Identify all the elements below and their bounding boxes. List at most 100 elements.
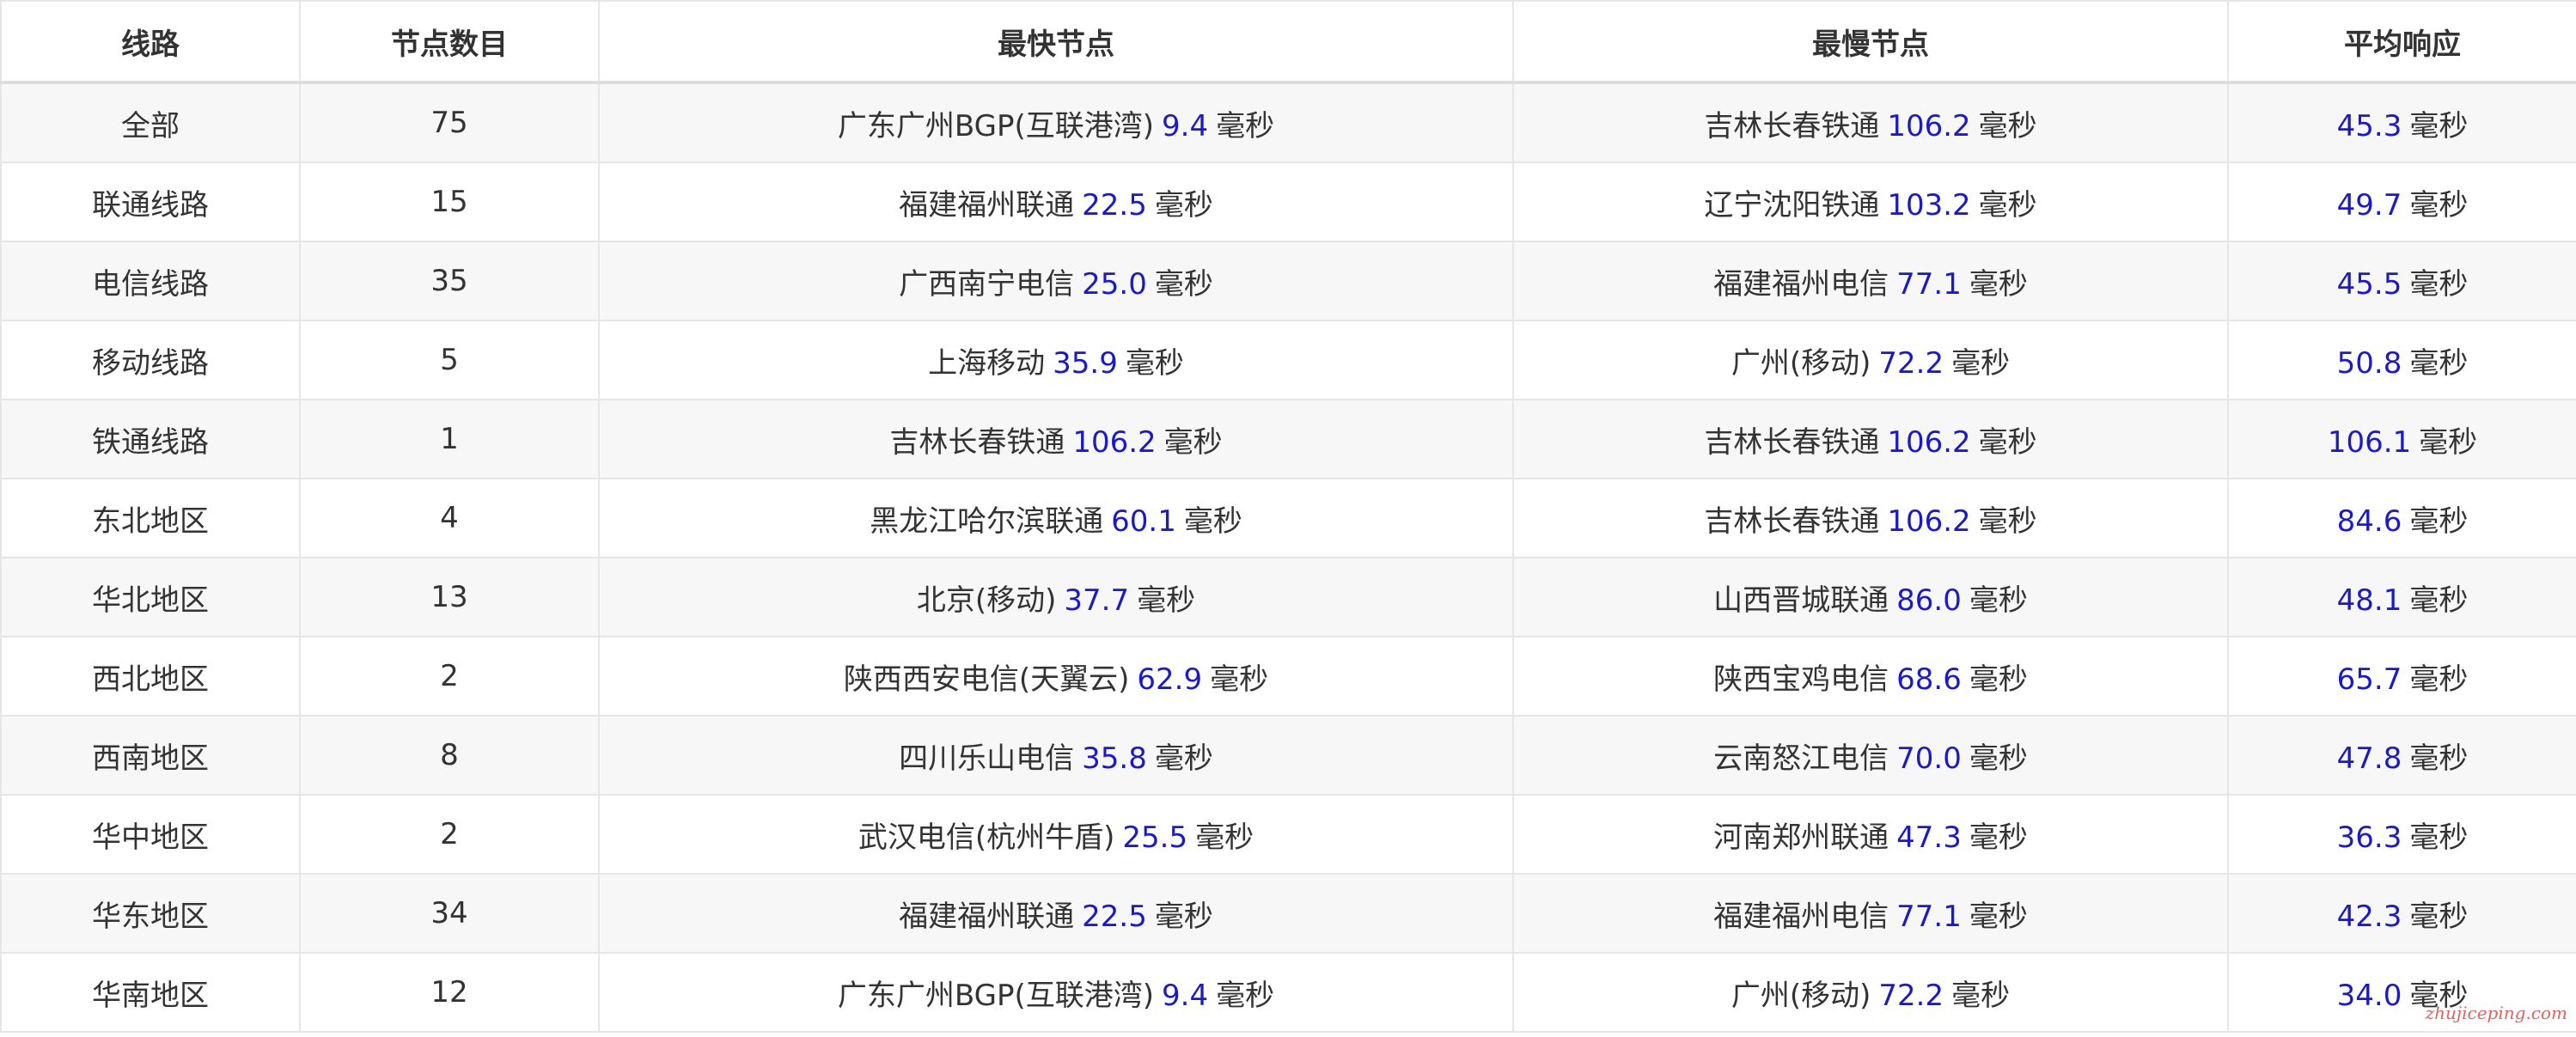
line-cell: 华东地区 <box>0 873 301 954</box>
latency-unit: 毫秒 <box>1154 187 1213 223</box>
average-response-cell: 48.1 毫秒 <box>2227 557 2576 637</box>
line-cell: 华北地区 <box>0 557 301 637</box>
average-response-cell: 45.3 毫秒 <box>2227 82 2576 163</box>
slowest-node-cell: 广州(移动) 72.2 毫秒 <box>1512 952 2229 1033</box>
average-response-cell: 42.3 毫秒 <box>2227 873 2576 954</box>
latency-unit: 毫秒 <box>1969 820 2028 855</box>
average-response-cell: 65.7 毫秒 <box>2227 636 2576 717</box>
table-body: 全部 75 广东广州BGP(互联港湾) 9.4 毫秒 吉林长春铁通 106.2 毫秒 45.3 毫… <box>0 82 2576 1033</box>
latency-value: 106.2 <box>1887 503 1971 539</box>
latency-unit: 毫秒 <box>1125 345 1184 381</box>
node-count-cell: 13 <box>299 557 600 637</box>
header-node-count: 节点数目 <box>299 0 600 84</box>
latency-value: 68.6 <box>1896 662 1962 697</box>
table-row: 华东地区 34 福建福州联通 22.5 毫秒 福建福州电信 77.1 毫秒 42.3 毫秒 <box>0 873 2576 954</box>
slowest-node-cell: 陕西宝鸡电信 68.6 毫秒 <box>1512 636 2229 717</box>
latency-value: 106.2 <box>1072 424 1157 460</box>
latency-value: 72.2 <box>1878 978 1944 1013</box>
node-count-cell: 12 <box>299 952 600 1033</box>
header-fastest-node: 最快节点 <box>598 0 1514 84</box>
node-count-cell: 75 <box>299 82 600 163</box>
node-name: 辽宁沈阳铁通 <box>1704 187 1880 223</box>
latency-unit: 毫秒 <box>1951 345 2011 381</box>
table-row: 电信线路 35 广西南宁电信 25.0 毫秒 福建福州电信 77.1 毫秒 45.5 毫秒 <box>0 241 2576 321</box>
table-row: 全部 75 广东广州BGP(互联港湾) 9.4 毫秒 吉林长春铁通 106.2 毫秒 45.3 毫… <box>0 82 2576 163</box>
header-average-response: 平均响应 <box>2227 0 2576 84</box>
latency-value: 70.0 <box>1896 741 1962 776</box>
latency-unit: 毫秒 <box>2409 741 2469 776</box>
node-name: 福建福州电信 <box>1713 899 1889 934</box>
header-slowest-node: 最慢节点 <box>1512 0 2229 84</box>
node-name: 上海移动 <box>928 345 1046 381</box>
node-name: 广东广州BGP(互联港湾) <box>837 978 1155 1013</box>
latency-value: 45.5 <box>2336 266 2402 302</box>
node-name: 陕西西安电信(天翼云) <box>843 662 1130 697</box>
table-row: 华中地区 2 武汉电信(杭州牛盾) 25.5 毫秒 河南郑州联通 47.3 毫秒 36.3 毫秒 <box>0 794 2576 875</box>
slowest-node-cell: 吉林长春铁通 106.2 毫秒 <box>1512 82 2229 163</box>
latency-value: 9.4 <box>1162 978 1209 1013</box>
latency-unit: 毫秒 <box>2409 187 2469 223</box>
slowest-node-cell: 辽宁沈阳铁通 103.2 毫秒 <box>1512 162 2229 242</box>
header-line: 线路 <box>0 0 301 84</box>
node-name: 黑龙江哈尔滨联通 <box>870 503 1104 539</box>
average-response-cell: 106.1 毫秒 <box>2227 399 2576 479</box>
latency-unit: 毫秒 <box>1210 662 1269 697</box>
latency-value: 77.1 <box>1896 899 1962 934</box>
latency-unit: 毫秒 <box>2409 345 2469 381</box>
average-response-cell: 45.5 毫秒 <box>2227 241 2576 321</box>
latency-value: 22.5 <box>1082 899 1147 934</box>
line-cell: 西南地区 <box>0 715 301 796</box>
latency-unit: 毫秒 <box>1969 741 2028 776</box>
latency-value: 45.3 <box>2336 108 2402 143</box>
node-count-cell: 8 <box>299 715 600 796</box>
slowest-node-cell: 河南郑州联通 47.3 毫秒 <box>1512 794 2229 875</box>
fastest-node-cell: 黑龙江哈尔滨联通 60.1 毫秒 <box>598 478 1514 558</box>
latency-value: 106.1 <box>2327 424 2412 460</box>
node-count-cell: 4 <box>299 478 600 558</box>
table-row: 联通线路 15 福建福州联通 22.5 毫秒 辽宁沈阳铁通 103.2 毫秒 49.7 毫秒 <box>0 162 2576 242</box>
slowest-node-cell: 广州(移动) 72.2 毫秒 <box>1512 320 2229 400</box>
fastest-node-cell: 福建福州联通 22.5 毫秒 <box>598 162 1514 242</box>
latency-value: 84.6 <box>2336 503 2402 539</box>
latency-unit: 毫秒 <box>1154 899 1213 934</box>
node-count-cell: 2 <box>299 794 600 875</box>
latency-value: 35.8 <box>1082 741 1147 776</box>
latency-table: 线路 节点数目 最快节点 最慢节点 平均响应 全部 75 广东广州BGP(互联港湾)… <box>0 0 2576 1033</box>
table-row: 移动线路 5 上海移动 35.9 毫秒 广州(移动) 72.2 毫秒 50.8 毫秒 <box>0 320 2576 400</box>
fastest-node-cell: 吉林长春铁通 106.2 毫秒 <box>598 399 1514 479</box>
node-name: 河南郑州联通 <box>1713 820 1889 855</box>
latency-value: 47.8 <box>2336 741 2402 776</box>
latency-unit: 毫秒 <box>2409 820 2469 855</box>
line-cell: 东北地区 <box>0 478 301 558</box>
node-count-cell: 5 <box>299 320 600 400</box>
average-response-cell: 47.8 毫秒 <box>2227 715 2576 796</box>
line-cell: 华南地区 <box>0 952 301 1033</box>
line-cell: 铁通线路 <box>0 399 301 479</box>
latency-value: 36.3 <box>2336 820 2402 855</box>
latency-value: 106.2 <box>1887 424 1971 460</box>
node-name: 广州(移动) <box>1731 978 1871 1013</box>
latency-unit: 毫秒 <box>1137 583 1196 618</box>
latency-unit: 毫秒 <box>1163 424 1223 460</box>
latency-unit: 毫秒 <box>1978 503 2037 539</box>
node-name: 广西南宁电信 <box>899 266 1075 302</box>
node-name: 吉林长春铁通 <box>1704 424 1880 460</box>
latency-unit: 毫秒 <box>1951 978 2011 1013</box>
slowest-node-cell: 吉林长春铁通 106.2 毫秒 <box>1512 399 2229 479</box>
latency-value: 72.2 <box>1878 345 1944 381</box>
node-name: 吉林长春铁通 <box>889 424 1065 460</box>
latency-value: 60.1 <box>1111 503 1176 539</box>
watermark: zhujiceping.com <box>2425 1003 2567 1023</box>
latency-unit: 毫秒 <box>1969 662 2028 697</box>
node-name: 四川乐山电信 <box>899 741 1075 776</box>
average-response-cell: 36.3 毫秒 <box>2227 794 2576 875</box>
latency-unit: 毫秒 <box>2409 503 2469 539</box>
latency-value: 50.8 <box>2336 345 2402 381</box>
latency-value: 106.2 <box>1887 108 1971 143</box>
slowest-node-cell: 云南怒江电信 70.0 毫秒 <box>1512 715 2229 796</box>
latency-unit: 毫秒 <box>2409 266 2469 302</box>
latency-value: 77.1 <box>1896 266 1962 302</box>
latency-unit: 毫秒 <box>1216 108 1275 143</box>
table-row: 西北地区 2 陕西西安电信(天翼云) 62.9 毫秒 陕西宝鸡电信 68.6 毫秒 65.7 毫秒 <box>0 636 2576 717</box>
node-name: 福建福州电信 <box>1713 266 1889 302</box>
